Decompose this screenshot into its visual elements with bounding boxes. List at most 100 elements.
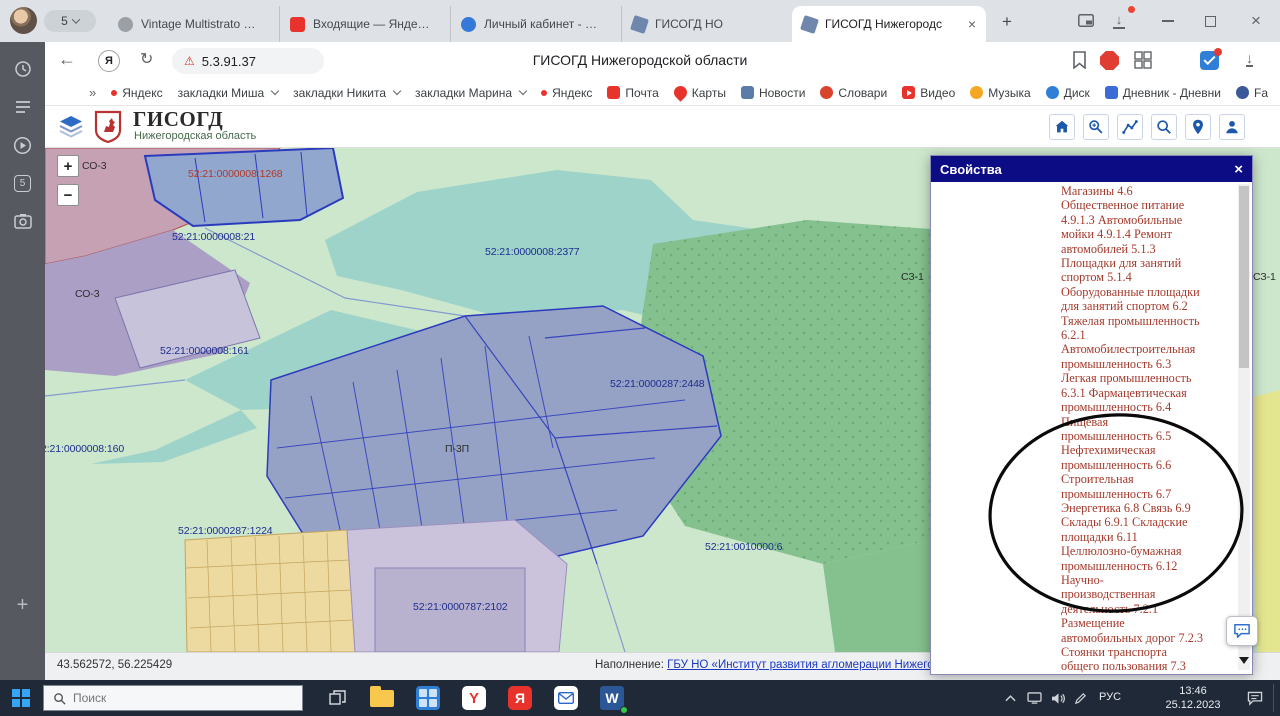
window-maximize-button[interactable] bbox=[1192, 0, 1228, 42]
bookmark-item[interactable]: Новости bbox=[740, 86, 805, 100]
property-line: Размещение bbox=[1061, 616, 1125, 631]
bookmark-flag-icon[interactable] bbox=[1072, 51, 1087, 74]
property-line: 4.9.1.3 Автомобильные bbox=[1061, 212, 1183, 227]
property-line: Целлюлозно-бумажная bbox=[1061, 544, 1182, 559]
taskbar-search[interactable] bbox=[43, 685, 303, 711]
attribution-link[interactable]: ГБУ НО «Институт развития агломерации Ни… bbox=[667, 659, 940, 671]
taskbar-app-word[interactable]: W bbox=[592, 680, 632, 716]
search-input[interactable] bbox=[73, 691, 273, 705]
adblock-extension-icon[interactable] bbox=[1100, 51, 1119, 70]
bookmarks-overflow-button[interactable]: » bbox=[89, 85, 96, 100]
search-button[interactable] bbox=[1151, 114, 1177, 140]
url-text[interactable]: 5.3.91.37 bbox=[202, 54, 256, 69]
user-account-button[interactable] bbox=[1219, 114, 1245, 140]
action-center-button[interactable] bbox=[1240, 680, 1270, 716]
window-close-button[interactable]: × bbox=[1238, 0, 1274, 42]
scroll-down-arrow-icon[interactable] bbox=[1239, 657, 1249, 664]
bookmark-label: закладки Никита bbox=[293, 85, 387, 100]
bookmark-item[interactable]: Почта bbox=[607, 86, 659, 100]
feed-icon[interactable] bbox=[0, 92, 45, 122]
tray-volume-icon[interactable] bbox=[1046, 680, 1070, 716]
taskbar-app-yandex[interactable]: Я bbox=[500, 680, 540, 716]
video-play-icon[interactable] bbox=[0, 130, 45, 160]
panel-scrollbar[interactable] bbox=[1238, 184, 1250, 670]
measure-tool-button[interactable] bbox=[1117, 114, 1143, 140]
bookmark-item[interactable]: Карты bbox=[671, 83, 726, 102]
tab-group-badge[interactable]: 5 bbox=[44, 10, 96, 32]
back-button[interactable]: ← bbox=[58, 49, 76, 70]
tab-mail[interactable]: Входящие — Яндекс По bbox=[279, 6, 449, 42]
tray-pen-icon[interactable] bbox=[1068, 680, 1092, 716]
panel-close-icon[interactable]: × bbox=[1234, 161, 1243, 178]
language-indicator[interactable]: РУС bbox=[1092, 691, 1128, 703]
properties-panel-header[interactable]: Свойства × bbox=[931, 156, 1252, 182]
tray-expand-chevron[interactable] bbox=[998, 680, 1022, 716]
zoom-in-button[interactable]: + bbox=[57, 155, 79, 177]
tab-group-count: 5 bbox=[61, 14, 68, 28]
bookmark-item[interactable]: закладки Марина bbox=[415, 86, 526, 100]
download-button[interactable]: ↓ bbox=[1246, 50, 1253, 67]
bookmark-item[interactable]: Fa bbox=[1235, 86, 1268, 100]
bookmark-item[interactable]: Яндекс bbox=[541, 86, 592, 100]
property-line: Стоянки транспорта bbox=[1061, 645, 1167, 659]
bookmark-item[interactable]: закладки Миша bbox=[178, 86, 279, 100]
property-line: Строительная bbox=[1061, 472, 1134, 487]
browser-tab-bar: 5 Vintage Multistrato Cera Входящие — Ян… bbox=[0, 0, 1280, 42]
property-line: Научно- bbox=[1061, 572, 1104, 587]
bookmark-item[interactable]: Видео bbox=[902, 86, 955, 100]
properties-text: Магазины 4.6 Общественное питание 4.9.1.3 … bbox=[1061, 184, 1241, 674]
chat-feedback-button[interactable] bbox=[1226, 616, 1258, 646]
taskbar-app-grid[interactable] bbox=[408, 680, 448, 716]
property-line: промышленность 6.12 bbox=[1061, 558, 1178, 573]
bookmark-item[interactable]: закладки Никита bbox=[293, 86, 400, 100]
yandex-home-button[interactable]: Я bbox=[98, 50, 120, 72]
location-pin-button[interactable] bbox=[1185, 114, 1211, 140]
show-desktop-divider[interactable] bbox=[1273, 684, 1274, 712]
protect-shield-icon[interactable] bbox=[1200, 48, 1222, 70]
profile-avatar[interactable] bbox=[10, 7, 37, 34]
bookmark-favicon bbox=[671, 83, 690, 102]
screenshot-icon[interactable] bbox=[0, 206, 45, 236]
tab-account[interactable]: Личный кабинет - Мои bbox=[450, 6, 620, 42]
taskbar-clock[interactable]: 13:46 25.12.2023 bbox=[1152, 684, 1234, 712]
scrollbar-thumb[interactable] bbox=[1239, 186, 1249, 368]
bookmark-item[interactable]: Диск bbox=[1045, 86, 1090, 100]
downloads-tray-icon[interactable]: ↓ bbox=[1112, 12, 1126, 29]
bookmark-label: Карты bbox=[691, 85, 726, 100]
picture-in-picture-icon[interactable] bbox=[1078, 14, 1094, 32]
new-tab-button[interactable]: + bbox=[996, 11, 1018, 33]
bookmark-favicon bbox=[541, 89, 548, 96]
refresh-button[interactable]: ↻ bbox=[140, 49, 153, 69]
task-view-button[interactable] bbox=[318, 680, 356, 716]
tabs-counter-icon[interactable]: 5 bbox=[0, 168, 45, 198]
window-minimize-button[interactable] bbox=[1150, 0, 1186, 42]
tab-gisogd-no[interactable]: ГИСОГД НО bbox=[621, 6, 791, 42]
tab-close-icon[interactable]: × bbox=[968, 17, 976, 31]
tab-gisogd-active[interactable]: ГИСОГД Нижегородс × bbox=[792, 6, 986, 42]
taskbar-app-mail[interactable] bbox=[546, 680, 586, 716]
clock-date: 25.12.2023 bbox=[1165, 699, 1221, 711]
zoom-out-button[interactable]: − bbox=[57, 184, 79, 206]
property-line: Склады 6.9.1 Складские bbox=[1061, 515, 1188, 530]
layers-icon[interactable] bbox=[58, 115, 84, 144]
tab-vintage[interactable]: Vintage Multistrato Cera bbox=[108, 6, 278, 42]
add-panel-button[interactable]: + bbox=[0, 590, 45, 620]
chevron-down-icon bbox=[71, 15, 81, 24]
history-icon[interactable] bbox=[0, 54, 45, 84]
protect-alert-dot bbox=[1214, 48, 1222, 56]
zoom-tool-button[interactable] bbox=[1083, 114, 1109, 140]
taskbar-app-folder[interactable] bbox=[362, 680, 402, 716]
taskbar-app-yandex-browser[interactable]: Y bbox=[454, 680, 494, 716]
property-line: производственная bbox=[1061, 587, 1156, 602]
address-bar[interactable]: ⚠ 5.3.91.37 bbox=[172, 48, 324, 74]
start-button[interactable] bbox=[0, 680, 42, 716]
home-button[interactable] bbox=[1049, 114, 1075, 140]
bookmark-item[interactable]: Дневник - Дневни bbox=[1104, 86, 1221, 100]
bookmark-item[interactable]: Словари bbox=[820, 86, 887, 100]
bookmark-item[interactable]: Яндекс bbox=[111, 86, 163, 100]
collections-icon[interactable] bbox=[1134, 51, 1152, 74]
yandex-browser-icon: Y bbox=[462, 686, 486, 710]
gis-app-header: ГИСОГД Нижегородская область bbox=[45, 106, 1280, 148]
tray-display-icon[interactable] bbox=[1022, 680, 1046, 716]
bookmark-item[interactable]: Музыка bbox=[970, 86, 1031, 100]
